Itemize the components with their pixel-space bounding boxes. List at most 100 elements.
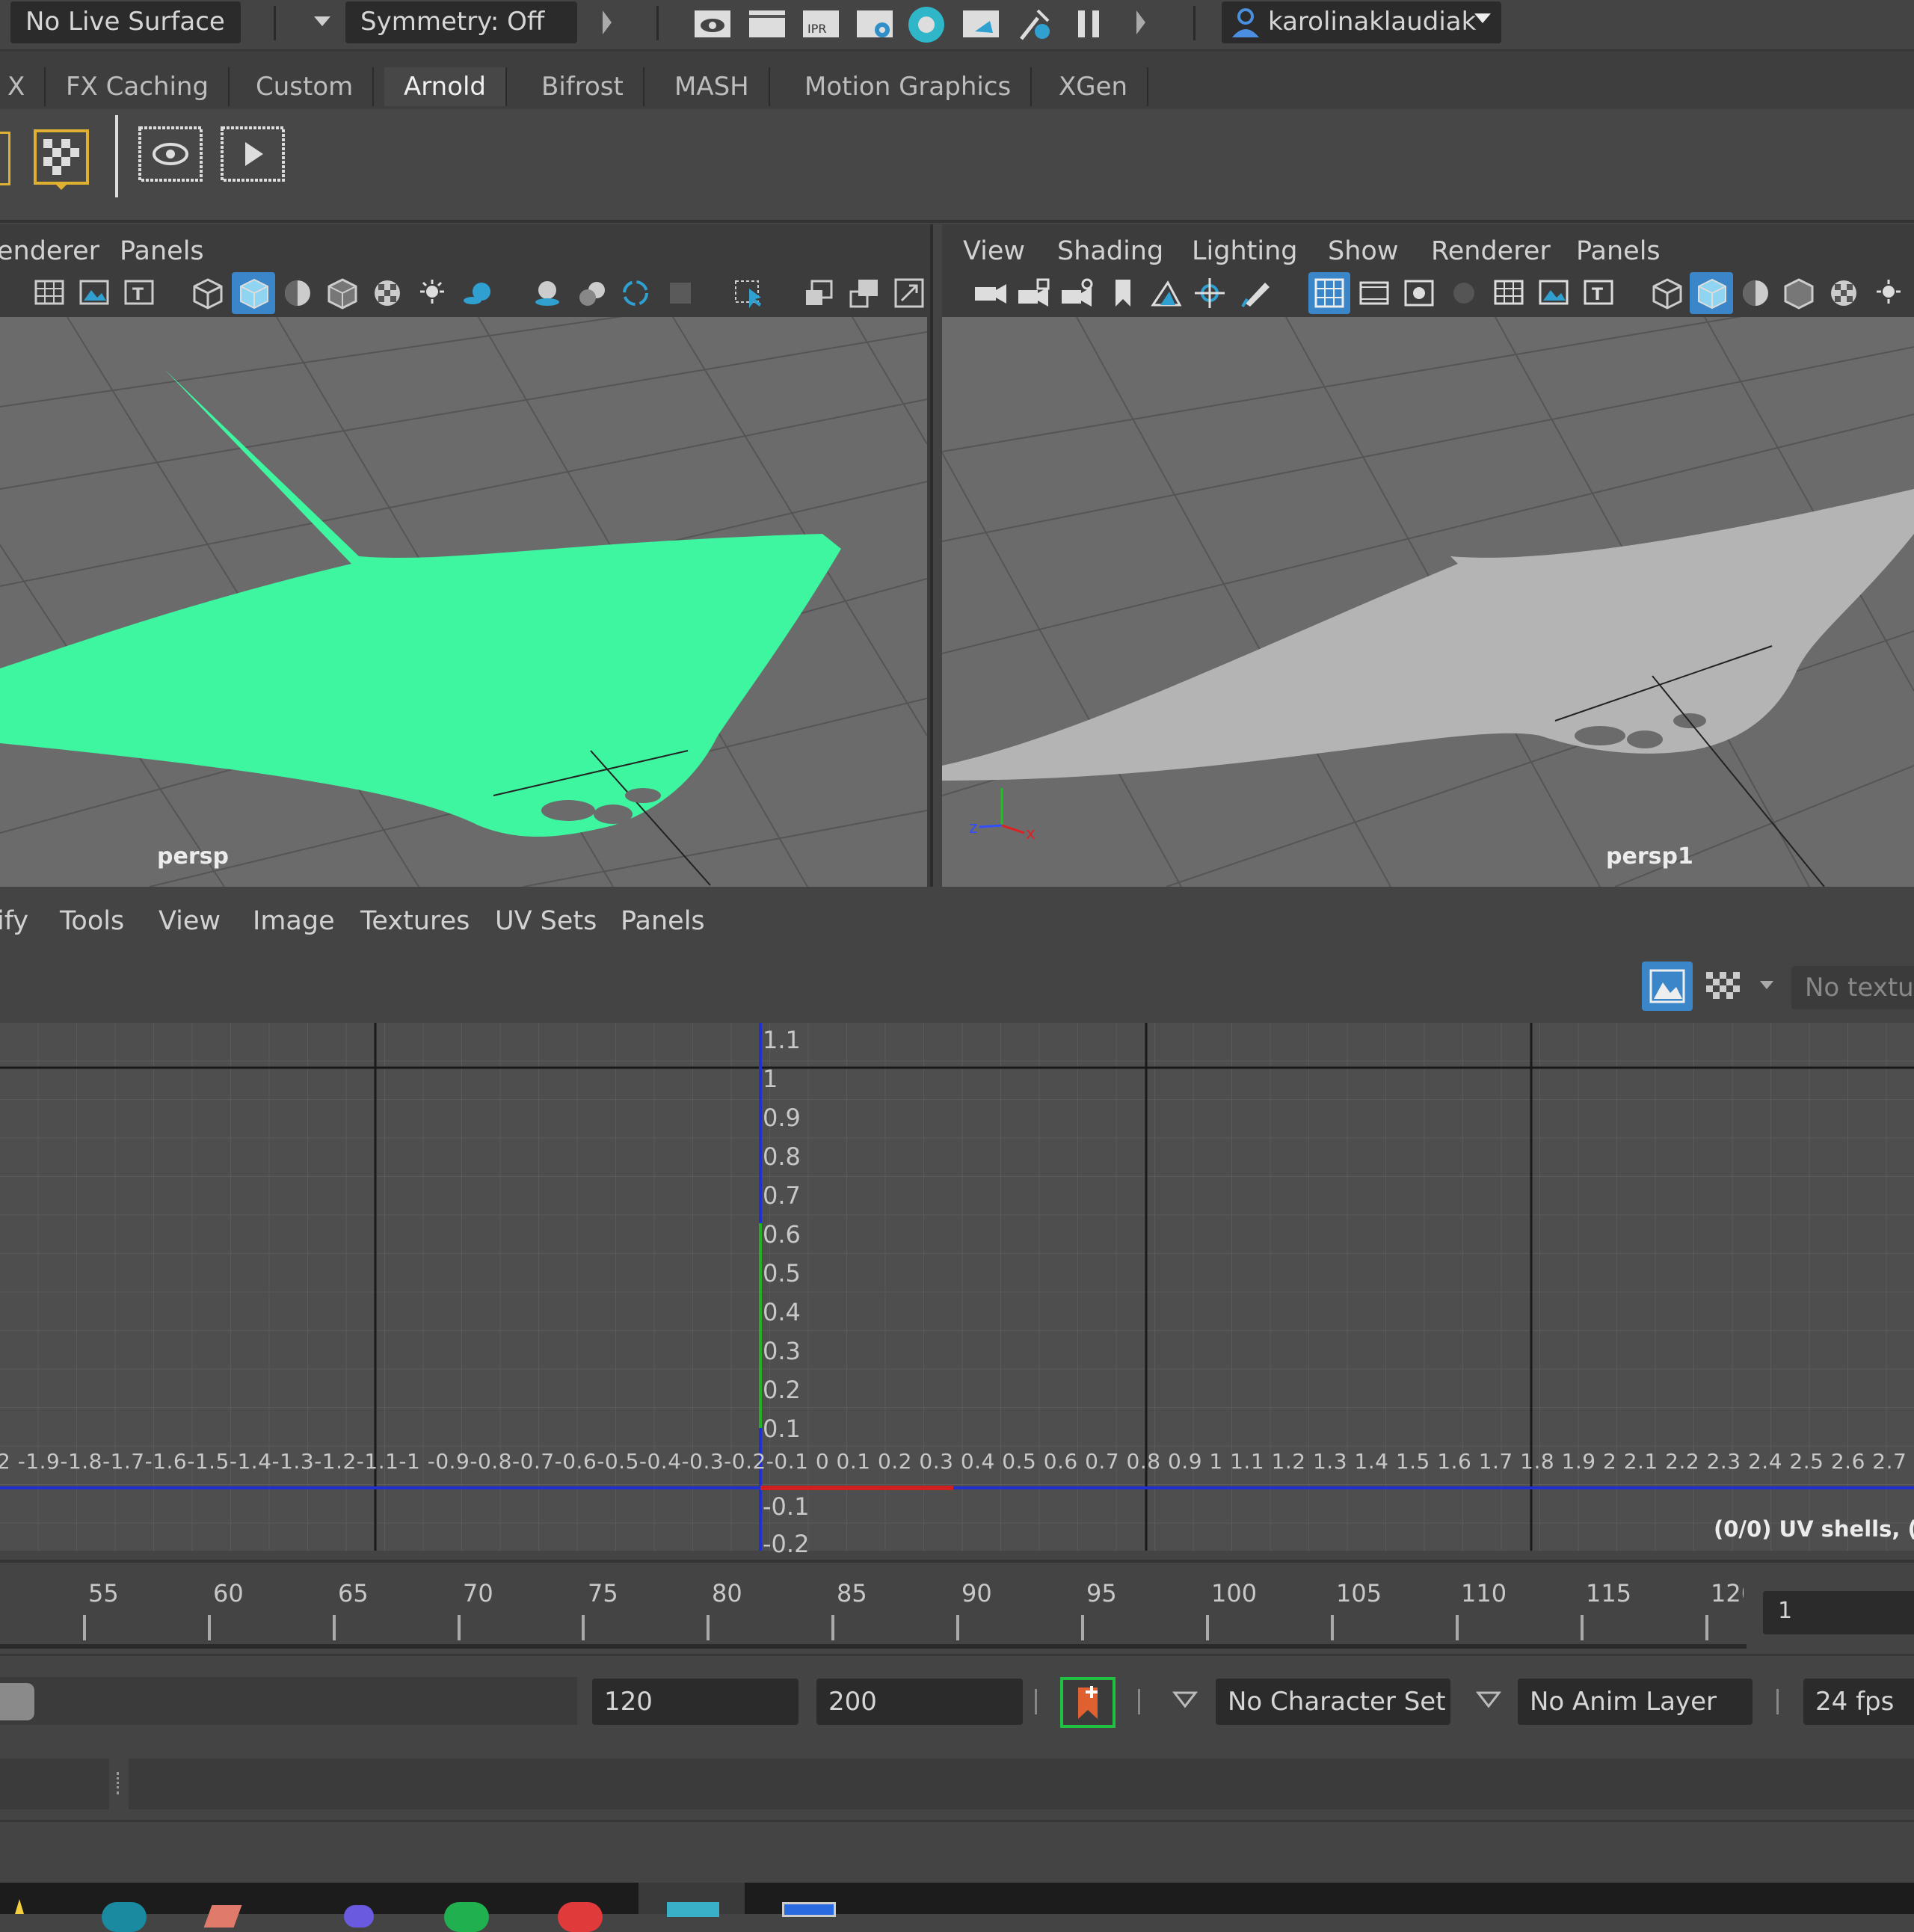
- film-gate-icon[interactable]: [1358, 277, 1391, 310]
- expand-arrow-icon[interactable]: [1136, 10, 1145, 34]
- isolate-select-icon[interactable]: [733, 277, 766, 310]
- render-frame-icon[interactable]: [746, 6, 788, 42]
- uv-menu-modify[interactable]: ify: [0, 906, 28, 936]
- render-view-icon[interactable]: [692, 6, 733, 42]
- viewport-right-scene[interactable]: x z: [942, 317, 1914, 887]
- grid-display-icon[interactable]: [33, 277, 66, 310]
- grease-pencil-icon[interactable]: [1240, 277, 1273, 310]
- tab-fx-caching[interactable]: FX Caching: [46, 67, 230, 106]
- tab-xgen[interactable]: XGen: [1039, 67, 1149, 106]
- live-surface-field[interactable]: No Live Surface: [10, 1, 241, 43]
- tab-x[interactable]: X: [0, 67, 46, 106]
- lock-camera-icon[interactable]: [1015, 277, 1053, 310]
- shadows-icon[interactable]: [461, 277, 493, 310]
- render-setup-icon[interactable]: [960, 6, 1002, 42]
- default-material-icon[interactable]: [1739, 277, 1772, 310]
- resolution-gate-icon[interactable]: [1403, 277, 1436, 310]
- viewport-right-menu-view[interactable]: View: [963, 236, 1025, 266]
- tab-custom[interactable]: Custom: [236, 67, 375, 106]
- taskbar-app-icon[interactable]: [102, 1902, 147, 1932]
- hypershade-icon[interactable]: [906, 4, 947, 45]
- uv-menu-textures[interactable]: Textures: [360, 906, 470, 936]
- default-material-icon[interactable]: [281, 277, 314, 310]
- viewport-left-menu-panels[interactable]: Panels: [120, 236, 204, 266]
- anim-layer-dropdown[interactable]: No Anim Layer: [1518, 1679, 1753, 1725]
- xray-joints-icon[interactable]: [848, 277, 881, 310]
- viewport-right-menu-panels[interactable]: Panels: [1576, 236, 1661, 266]
- ipr-render-icon[interactable]: IPR: [800, 6, 842, 42]
- viewport-right-menu-show[interactable]: Show: [1328, 236, 1398, 266]
- wireframe-cube-icon[interactable]: [1651, 277, 1684, 310]
- tab-mash[interactable]: MASH: [655, 67, 770, 106]
- playback-end-field[interactable]: 200: [816, 1679, 1023, 1725]
- image-plane-icon[interactable]: [1537, 277, 1570, 310]
- xray-icon[interactable]: [803, 277, 836, 310]
- viewport-right-menu-renderer[interactable]: Renderer: [1431, 236, 1551, 266]
- tab-arnold[interactable]: Arnold: [384, 67, 508, 106]
- wireframe-cube-icon[interactable]: [191, 277, 224, 310]
- lighting-icon[interactable]: [1872, 277, 1905, 310]
- bookmark-icon[interactable]: [1108, 277, 1138, 310]
- chevron-down-icon[interactable]: [1760, 978, 1773, 992]
- checker-texture-icon[interactable]: [33, 129, 90, 191]
- checker-tiles-icon[interactable]: [1703, 969, 1741, 1006]
- depth-of-field-icon[interactable]: [664, 277, 697, 310]
- motion-blur-icon[interactable]: [576, 277, 609, 310]
- command-splitter[interactable]: [117, 1772, 122, 1794]
- anti-alias-icon[interactable]: [619, 277, 652, 310]
- uv-menu-panels[interactable]: Panels: [621, 906, 705, 936]
- field-chart-icon[interactable]: [1492, 277, 1525, 310]
- command-language-toggle[interactable]: [0, 1759, 109, 1809]
- screen-space-ao-icon[interactable]: [531, 277, 564, 310]
- text-label-icon[interactable]: T: [123, 277, 156, 310]
- text-label-icon[interactable]: T: [1582, 277, 1615, 310]
- 2d-pan-zoom-icon[interactable]: [1195, 277, 1228, 310]
- image-plane-icon[interactable]: [78, 277, 111, 310]
- uv-menu-tools[interactable]: Tools: [60, 906, 124, 936]
- chevron-down-icon[interactable]: [1474, 12, 1491, 26]
- character-set-filter-icon[interactable]: [1172, 1690, 1198, 1708]
- current-frame-field[interactable]: 1: [1763, 1591, 1914, 1634]
- taskbar-app-icon[interactable]: [558, 1902, 603, 1932]
- view-render-icon[interactable]: [138, 126, 203, 182]
- textured-cube-icon[interactable]: [1782, 277, 1815, 310]
- uv-menu-view[interactable]: View: [159, 906, 221, 936]
- checker-icon[interactable]: [1827, 277, 1860, 310]
- viewport-left-menu-renderer[interactable]: enderer: [0, 236, 99, 266]
- end-time-field[interactable]: 120: [592, 1679, 798, 1725]
- checker-icon[interactable]: [371, 277, 404, 310]
- image-plane-toggle-icon[interactable]: [1150, 277, 1183, 310]
- range-slider-handle[interactable]: [0, 1683, 34, 1720]
- anim-layer-filter-icon[interactable]: [1476, 1690, 1501, 1708]
- character-set-dropdown[interactable]: No Character Set: [1216, 1679, 1450, 1725]
- viewport-left-scene[interactable]: [0, 317, 927, 887]
- light-editor-icon[interactable]: [1015, 4, 1056, 45]
- viewport-right-menu-lighting[interactable]: Lighting: [1192, 236, 1297, 266]
- texture-dropdown[interactable]: No textur: [1791, 966, 1914, 1009]
- gate-mask-icon[interactable]: [1447, 277, 1480, 310]
- command-input[interactable]: [129, 1759, 1914, 1809]
- camera-attributes-icon[interactable]: [1059, 277, 1096, 310]
- render-settings-icon[interactable]: [854, 6, 896, 42]
- user-account-dropdown[interactable]: karolinaklaudiak: [1222, 1, 1501, 43]
- symmetry-dropdown[interactable]: Symmetry: Off: [345, 1, 577, 43]
- uv-menu-image[interactable]: Image: [253, 906, 335, 936]
- chevron-down-icon[interactable]: [314, 15, 330, 29]
- expand-arrow-icon[interactable]: [603, 10, 612, 34]
- taskbar-app-icon[interactable]: [444, 1902, 489, 1932]
- taskbar-app-icon[interactable]: [344, 1905, 374, 1928]
- uv-menu-uv-sets[interactable]: UV Sets: [495, 906, 597, 936]
- lighting-icon[interactable]: [416, 277, 449, 310]
- shelf-tool-button[interactable]: [0, 132, 10, 185]
- range-slider-bar[interactable]: [0, 1677, 577, 1725]
- resolution-gate-icon[interactable]: [893, 277, 926, 310]
- tab-motion-graphics[interactable]: Motion Graphics: [785, 67, 1033, 106]
- play-render-icon[interactable]: [220, 126, 286, 182]
- viewport-right-menu-shading[interactable]: Shading: [1057, 236, 1163, 266]
- fps-dropdown[interactable]: 24 fps: [1803, 1679, 1914, 1725]
- textured-cube-icon[interactable]: [326, 277, 359, 310]
- tab-bifrost[interactable]: Bifrost: [522, 67, 644, 106]
- taskbar-folder-icon[interactable]: [0, 1896, 37, 1914]
- taskbar-app-icon[interactable]: [782, 1902, 836, 1917]
- pause-icon[interactable]: [1071, 6, 1107, 42]
